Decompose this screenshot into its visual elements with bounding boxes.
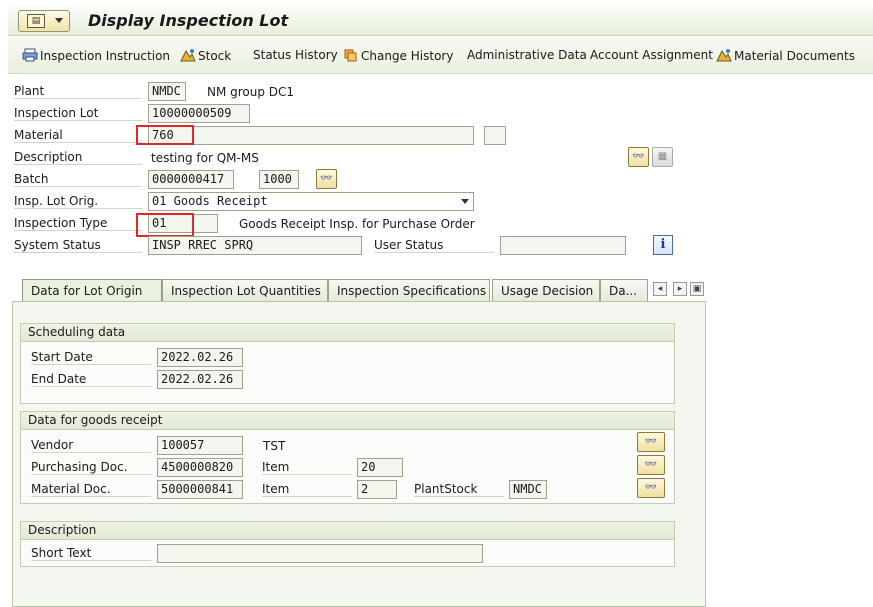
system-menu-button[interactable]: ▤ <box>18 10 70 32</box>
material-field[interactable]: 760 <box>148 126 474 145</box>
scheduling-data-group: Scheduling data Start Date 2022.02.26 En… <box>20 323 675 404</box>
end-date-field[interactable]: 2022.02.26 <box>157 370 243 389</box>
history-icon <box>344 49 357 62</box>
administrative-data-button[interactable]: Administrative Data <box>467 48 587 62</box>
description-value: testing for QM-MS <box>151 151 259 165</box>
glasses-icon[interactable]: 👓 <box>637 478 665 498</box>
glasses-icon[interactable]: 👓 <box>628 147 649 167</box>
user-status-field[interactable] <box>500 236 626 255</box>
scroll-right-icon[interactable]: ▸ <box>673 282 687 296</box>
plant-description: NM group DC1 <box>207 85 295 99</box>
group-title: Description <box>21 522 674 540</box>
tab-usage-decision[interactable]: Usage Decision <box>492 279 600 302</box>
inspection-lot-label: Inspection Lot <box>14 106 142 121</box>
user-status-label: User Status <box>374 238 494 253</box>
mountain-icon <box>716 49 732 62</box>
material-extra-field[interactable] <box>484 126 506 145</box>
stock-button[interactable]: Stock <box>180 48 231 63</box>
plant-field[interactable]: NMDC <box>148 82 186 101</box>
tab-data-for-lot-origin[interactable]: Data for Lot Origin <box>22 279 162 302</box>
description-group: Description Short Text <box>20 521 675 567</box>
material-doc-field[interactable]: 5000000841 <box>157 480 243 499</box>
vendor-label: Vendor <box>31 438 151 453</box>
system-status-field[interactable]: INSP RREC SPRQ <box>148 236 362 255</box>
account-assignment-button[interactable]: Account Assignment <box>590 48 713 62</box>
end-date-label: End Date <box>31 372 151 387</box>
info-icon[interactable]: i <box>653 235 673 255</box>
group-title: Data for goods receipt <box>21 412 674 430</box>
mountain-icon <box>180 49 196 62</box>
short-text-label: Short Text <box>31 546 151 561</box>
vendor-field[interactable]: 100057 <box>157 436 243 455</box>
purchasing-doc-label: Purchasing Doc. <box>31 460 151 475</box>
chevron-down-icon <box>461 199 469 204</box>
matdoc-item-label: Item <box>262 482 352 497</box>
inspection-instruction-button[interactable]: Inspection Instruction <box>22 48 170 63</box>
tab-panel: Scheduling data Start Date 2022.02.26 En… <box>12 301 706 607</box>
start-date-label: Start Date <box>31 350 151 365</box>
title-bar: ▤ Display Inspection Lot <box>8 6 873 36</box>
tab-data-more[interactable]: Da... <box>600 279 648 302</box>
printer-icon <box>22 48 38 62</box>
inspection-lot-field[interactable]: 10000000509 <box>148 104 250 123</box>
glasses-icon[interactable]: 👓 <box>316 169 337 189</box>
matdoc-item-field[interactable]: 2 <box>357 480 397 499</box>
purchasing-doc-field[interactable]: 4500000820 <box>157 458 243 477</box>
insp-lot-orig-dropdown[interactable]: 01 Goods Receipt <box>148 192 474 211</box>
page-title: Display Inspection Lot <box>88 11 289 30</box>
description-label: Description <box>14 150 142 165</box>
inspection-type-label: Inspection Type <box>14 216 142 231</box>
tab-list-icon[interactable]: ▣ <box>690 282 704 296</box>
material-label: Material <box>14 128 142 143</box>
glasses-icon[interactable]: 👓 <box>637 432 665 452</box>
status-history-button[interactable]: Status History <box>253 48 338 62</box>
plantstock-field[interactable]: NMDC <box>509 480 547 499</box>
application-toolbar: Inspection Instruction Stock Status Hist… <box>8 38 873 74</box>
copy-icon[interactable]: ▦ <box>652 147 673 167</box>
vendor-name: TST <box>263 439 286 453</box>
plantstock-label: PlantStock <box>414 482 504 497</box>
tab-inspection-lot-quantities[interactable]: Inspection Lot Quantities <box>162 279 328 302</box>
menu-icon: ▤ <box>27 14 45 28</box>
plant-label: Plant <box>14 84 142 99</box>
start-date-field[interactable]: 2022.02.26 <box>157 348 243 367</box>
material-doc-label: Material Doc. <box>31 482 151 497</box>
batch-label: Batch <box>14 172 142 187</box>
change-history-button[interactable]: Change History <box>343 48 453 63</box>
system-status-label: System Status <box>14 238 142 253</box>
tab-inspection-specifications[interactable]: Inspection Specifications <box>328 279 490 302</box>
goods-receipt-group: Data for goods receipt Vendor 100057 TST… <box>20 411 675 504</box>
tabstrip: Data for Lot Origin Inspection Lot Quant… <box>12 279 712 302</box>
inspection-type-description: Goods Receipt Insp. for Purchase Order <box>239 217 475 231</box>
insp-lot-orig-label: Insp. Lot Orig. <box>14 194 142 209</box>
batch-field[interactable]: 0000000417 <box>148 170 234 189</box>
highlight-box-material <box>136 125 194 145</box>
scroll-left-icon[interactable]: ◂ <box>653 282 667 296</box>
group-title: Scheduling data <box>21 324 674 342</box>
highlight-box-inspection-type <box>136 213 194 237</box>
batch-extra-field[interactable]: 1000 <box>259 170 299 189</box>
material-documents-button[interactable]: Material Documents <box>716 48 855 63</box>
chevron-down-icon <box>55 18 63 23</box>
po-item-label: Item <box>262 460 352 475</box>
glasses-icon[interactable]: 👓 <box>637 455 665 475</box>
po-item-field[interactable]: 20 <box>357 458 403 477</box>
short-text-field[interactable] <box>157 544 483 563</box>
